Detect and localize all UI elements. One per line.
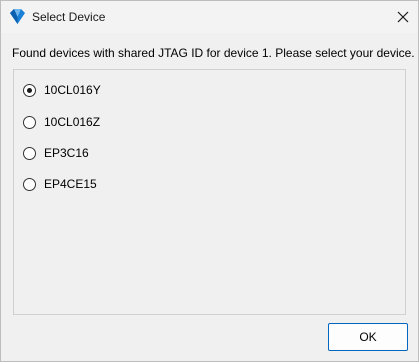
quartus-logo-icon [9, 8, 26, 25]
ok-button[interactable]: OK [328, 323, 408, 351]
radio-button[interactable] [23, 177, 36, 191]
device-option-ep4ce15[interactable]: EP4CE15 [23, 176, 97, 192]
device-option-label: EP4CE15 [44, 177, 97, 191]
device-list-panel: 10CL016Y 10CL016Z EP3C16 EP4CE15 [13, 69, 406, 315]
close-button[interactable] [388, 1, 418, 33]
device-option-label: 10CL016Z [44, 115, 101, 129]
radio-button[interactable] [23, 146, 36, 160]
instruction-text: Found devices with shared JTAG ID for de… [12, 46, 415, 60]
device-option-ep3c16[interactable]: EP3C16 [23, 145, 89, 161]
title-bar[interactable]: Select Device [1, 1, 418, 33]
device-option-10cl016z[interactable]: 10CL016Z [23, 114, 100, 130]
radio-button[interactable] [23, 115, 36, 129]
device-option-label: 10CL016Y [44, 83, 101, 97]
window-title: Select Device [32, 10, 106, 24]
device-option-10cl016y[interactable]: 10CL016Y [23, 82, 101, 98]
select-device-dialog: Select Device Found devices with shared … [0, 0, 419, 362]
device-option-label: EP3C16 [44, 146, 89, 160]
radio-button-selected[interactable] [23, 83, 36, 97]
close-icon [397, 11, 409, 23]
